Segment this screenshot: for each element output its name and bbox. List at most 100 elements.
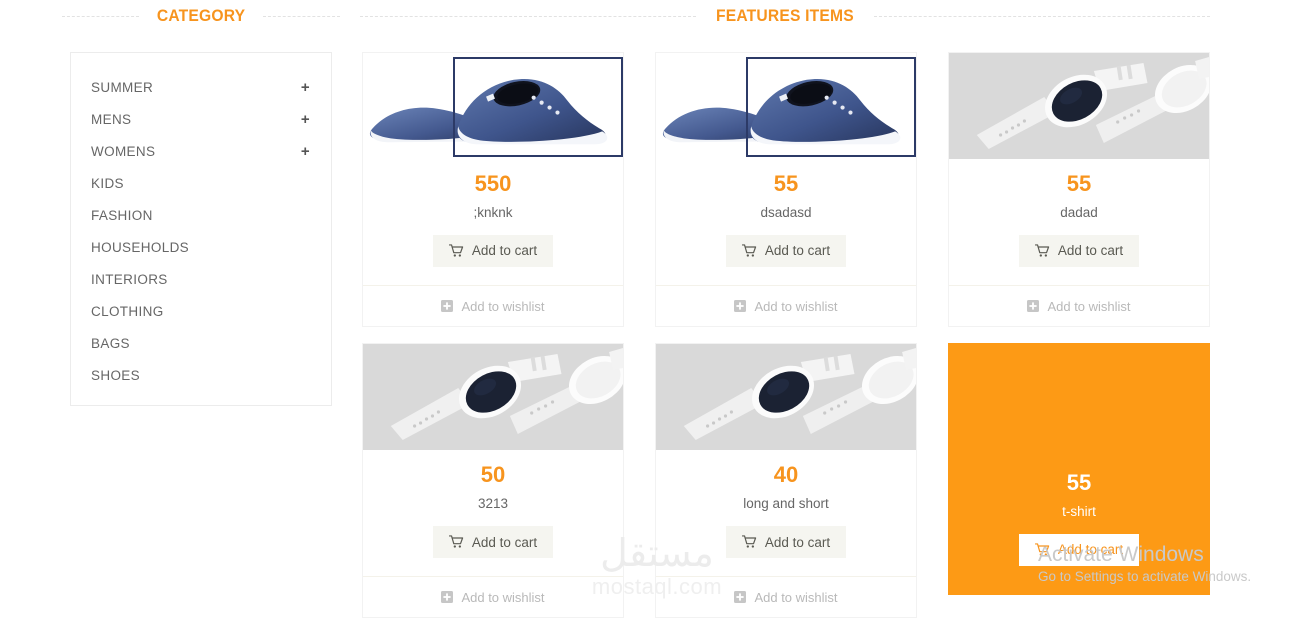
product-card[interactable]: 55 t-shirt Add to cart (948, 343, 1210, 596)
product-card[interactable]: 50 3213 Add to cart Add to wishlist (362, 343, 624, 619)
add-to-cart-button[interactable]: Add to cart (1018, 235, 1140, 268)
add-to-cart-button[interactable]: Add to cart (432, 526, 554, 559)
header-rule-left (360, 15, 697, 17)
sidebar-item-label: KIDS (91, 175, 124, 191)
category-sidebar: SUMMER + MENS + WOMENS + KIDS FASHION HOUSEHOLDS… (70, 52, 332, 406)
add-to-cart-label: Add to cart (764, 534, 831, 550)
sidebar-item-label: BAGS (91, 335, 130, 351)
sidebar-item-womens[interactable]: WOMENS + (71, 135, 331, 167)
category-heading: CATEGORY (156, 6, 246, 25)
add-to-wishlist-label: Add to wishlist (754, 589, 838, 605)
product-image[interactable] (656, 53, 916, 159)
add-to-wishlist-button[interactable]: Add to wishlist (949, 285, 1209, 326)
product-image[interactable] (363, 344, 623, 451)
sidebar-item-bags[interactable]: BAGS (71, 327, 331, 359)
product-name: ;knknk (473, 205, 513, 220)
sidebar-item-clothing[interactable]: CLOTHING (71, 295, 331, 327)
sidebar-item-label: SHOES (91, 367, 141, 383)
sidebar-item-label: MENS (91, 111, 132, 127)
product-info: 550 ;knknk Add to cart (363, 159, 623, 285)
product-price: 55 (1066, 470, 1092, 495)
product-info: 55 dsadasd Add to cart (656, 159, 916, 285)
plus-square-icon (734, 300, 747, 313)
expand-plus-icon[interactable]: + (301, 144, 310, 159)
product-price: 55 (773, 171, 799, 196)
sidebar-item-interiors[interactable]: INTERIORS (71, 263, 331, 295)
add-to-wishlist-label: Add to wishlist (754, 298, 838, 314)
product-info: 55 t-shirt Add to cart (949, 458, 1209, 594)
add-to-wishlist-label: Add to wishlist (1047, 298, 1131, 314)
storefront-page: CATEGORY FEATURES ITEMS SUMMER + MENS + WOME… (0, 0, 1306, 621)
product-price: 55 (1066, 171, 1092, 196)
product-name: dsadasd (760, 205, 812, 220)
product-row: 50 3213 Add to cart Add to wishlist 40 long a… (362, 343, 1211, 619)
product-info: 55 dadad Add to cart (949, 159, 1209, 285)
product-grid: 550 ;knknk Add to cart Add to wishlist 55 dsa… (362, 52, 1211, 619)
shopping-cart-icon (1034, 543, 1050, 557)
product-price: 50 (480, 462, 506, 488)
plus-square-icon (1027, 300, 1040, 313)
product-image[interactable] (656, 344, 916, 451)
expand-plus-icon[interactable]: + (301, 112, 310, 127)
product-card[interactable]: 550 ;knknk Add to cart Add to wishlist (362, 52, 624, 328)
shopping-cart-icon (448, 535, 464, 549)
add-to-wishlist-label: Add to wishlist (461, 589, 545, 605)
sidebar-item-fashion[interactable]: FASHION (71, 199, 331, 231)
sidebar-item-label: HOUSEHOLDS (91, 239, 190, 255)
add-to-wishlist-button[interactable]: Add to wishlist (656, 576, 916, 617)
sidebar-item-label: WOMENS (91, 143, 156, 159)
sidebar-item-kids[interactable]: KIDS (71, 167, 331, 199)
add-to-cart-button[interactable]: Add to cart (725, 526, 847, 559)
image-frame-overlay (453, 57, 623, 157)
product-price: 40 (773, 462, 799, 488)
product-image[interactable] (363, 53, 623, 159)
add-to-cart-button[interactable]: Add to cart (1018, 534, 1140, 567)
add-to-cart-button[interactable]: Add to cart (725, 235, 847, 268)
sidebar-item-label: CLOTHING (91, 303, 164, 319)
product-name: dadad (1060, 205, 1098, 220)
sidebar-item-summer[interactable]: SUMMER + (71, 71, 331, 103)
header-rule-left (62, 15, 139, 17)
shopping-cart-icon (741, 244, 757, 258)
image-frame-overlay (746, 57, 916, 157)
plus-square-icon (441, 591, 454, 604)
product-row: 550 ;knknk Add to cart Add to wishlist 55 dsa… (362, 52, 1211, 328)
add-to-wishlist-button[interactable]: Add to wishlist (363, 576, 623, 617)
product-name: t-shirt (1062, 504, 1096, 519)
add-to-cart-label: Add to cart (1057, 542, 1124, 558)
add-to-wishlist-button[interactable]: Add to wishlist (656, 285, 916, 326)
shopping-cart-icon (1034, 244, 1050, 258)
add-to-wishlist-button[interactable]: Add to wishlist (363, 285, 623, 326)
product-name: long and short (743, 496, 829, 512)
expand-plus-icon[interactable]: + (301, 80, 310, 95)
sidebar-item-label: FASHION (91, 207, 153, 223)
product-info: 40 long and short Add to cart (656, 450, 916, 576)
sidebar-item-label: INTERIORS (91, 271, 168, 287)
product-card[interactable]: 55 dadad Add to cart Add to wishlist (948, 52, 1210, 328)
sidebar-item-shoes[interactable]: SHOES (71, 359, 331, 391)
product-image[interactable] (949, 53, 1209, 159)
plus-square-icon (734, 591, 747, 604)
shopping-cart-icon (741, 535, 757, 549)
add-to-cart-label: Add to cart (1057, 243, 1124, 259)
features-section-header: FEATURES ITEMS (360, 4, 1211, 28)
product-info: 50 3213 Add to cart (363, 450, 623, 576)
product-name: 3213 (477, 496, 509, 512)
features-heading: FEATURES ITEMS (716, 6, 854, 25)
product-image[interactable] (949, 344, 1209, 458)
header-rule-right (873, 15, 1211, 17)
product-card[interactable]: 40 long and short Add to cart Add to wishli… (655, 343, 917, 619)
add-to-wishlist-label: Add to wishlist (461, 298, 545, 314)
product-card[interactable]: 55 dsadasd Add to cart Add to wishlist (655, 52, 917, 328)
product-price: 550 (474, 171, 512, 196)
category-section-header: CATEGORY (62, 4, 341, 28)
shopping-cart-icon (448, 244, 464, 258)
sidebar-item-mens[interactable]: MENS + (71, 103, 331, 135)
add-to-cart-button[interactable]: Add to cart (432, 235, 554, 268)
plus-square-icon (441, 300, 454, 313)
add-to-cart-label: Add to cart (471, 243, 538, 259)
header-rule-right (263, 15, 341, 17)
sidebar-item-label: SUMMER (91, 79, 154, 95)
sidebar-item-households[interactable]: HOUSEHOLDS (71, 231, 331, 263)
add-to-cart-label: Add to cart (471, 534, 538, 550)
